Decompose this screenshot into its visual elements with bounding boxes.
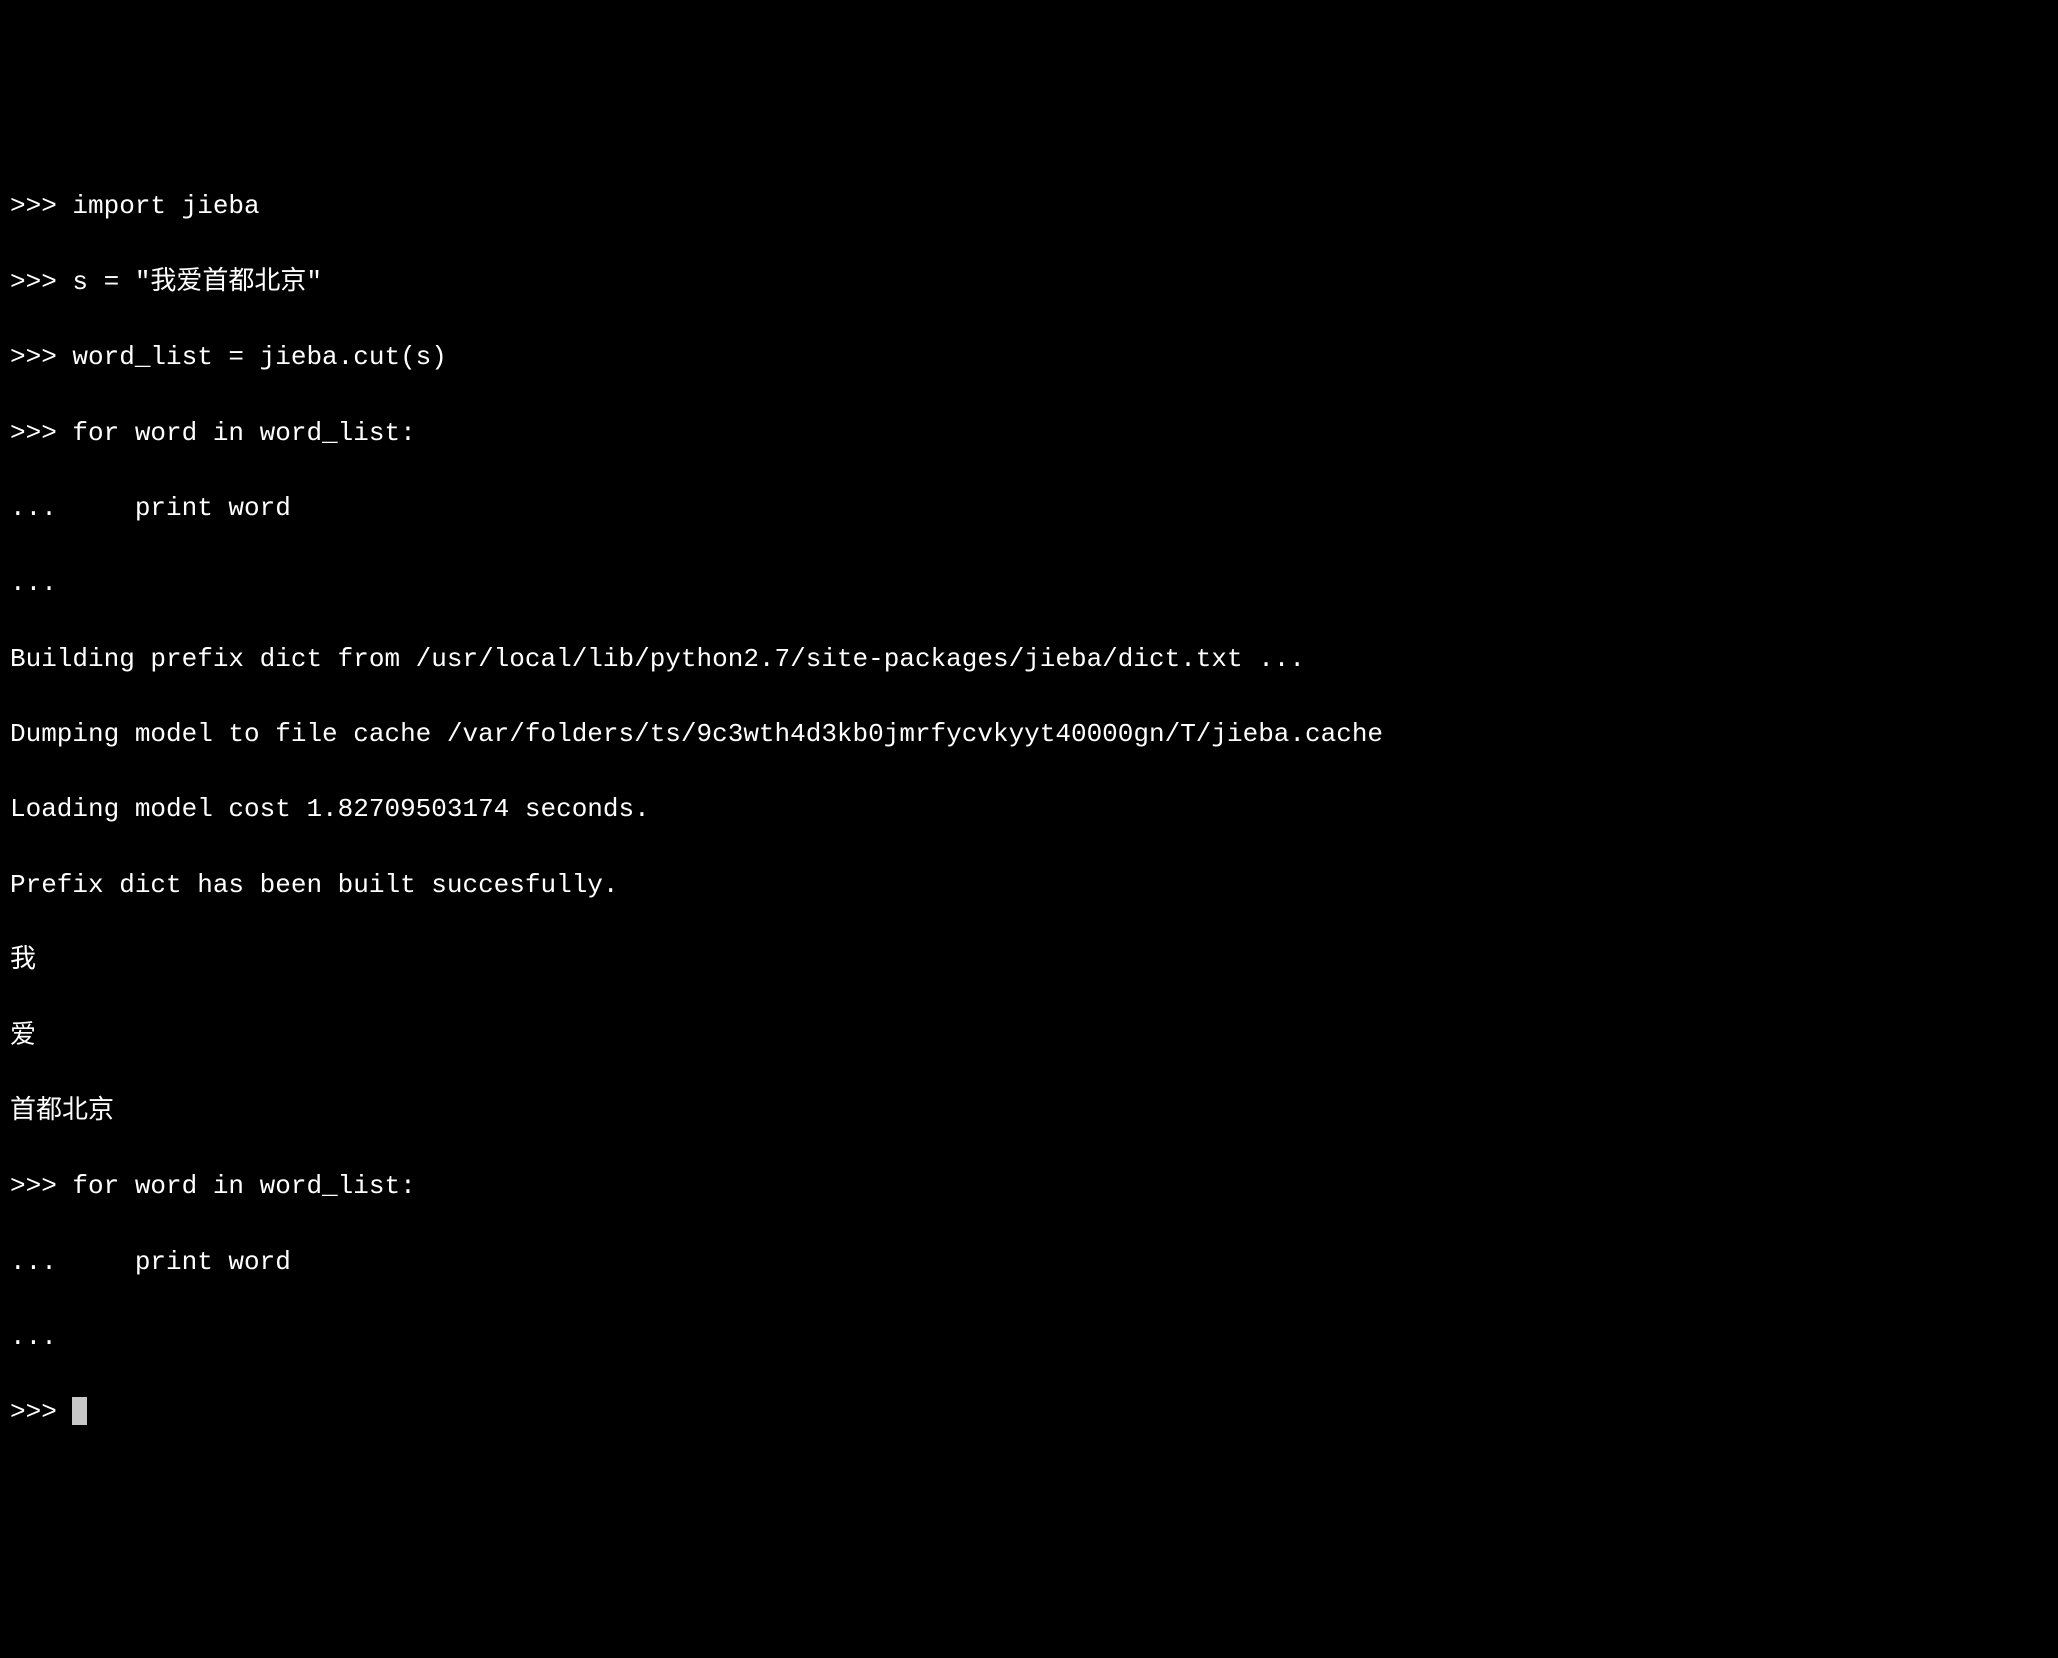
- terminal-line: ... print word: [10, 1244, 2048, 1282]
- terminal-line: >>> for word in word_list:: [10, 1168, 2048, 1206]
- terminal-line: Building prefix dict from /usr/local/lib…: [10, 641, 2048, 679]
- terminal-line: 首都北京: [10, 1093, 2048, 1131]
- terminal-line: Dumping model to file cache /var/folders…: [10, 716, 2048, 754]
- terminal-line: >>> word_list = jieba.cut(s): [10, 339, 2048, 377]
- terminal-prompt-line[interactable]: >>>: [10, 1394, 2048, 1432]
- terminal-line: 爱: [10, 1018, 2048, 1056]
- terminal-line: Prefix dict has been built succesfully.: [10, 867, 2048, 905]
- terminal-output[interactable]: >>> import jieba >>> s = "我爱首都北京" >>> wo…: [10, 151, 2048, 1470]
- terminal-line: >>> for word in word_list:: [10, 415, 2048, 453]
- terminal-line: Loading model cost 1.82709503174 seconds…: [10, 791, 2048, 829]
- terminal-line: 我: [10, 942, 2048, 980]
- terminal-line: ...: [10, 1319, 2048, 1357]
- terminal-line: >>> import jieba: [10, 188, 2048, 226]
- cursor-icon: [72, 1397, 86, 1426]
- terminal-line: ...: [10, 565, 2048, 603]
- terminal-line: >>> s = "我爱首都北京": [10, 264, 2048, 302]
- terminal-line: ... print word: [10, 490, 2048, 528]
- terminal-prompt: >>>: [10, 1397, 72, 1427]
